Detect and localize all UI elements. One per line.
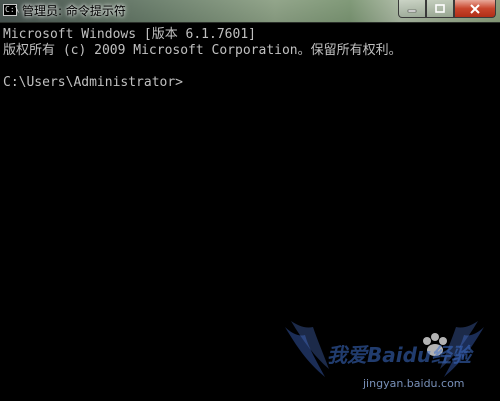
command-prompt-window: C:\ 管理员: 命令提示符 Microsoft Windows [版本 6.1 xyxy=(0,0,500,401)
minimize-icon xyxy=(407,9,417,12)
title-bar[interactable]: C:\ 管理员: 命令提示符 xyxy=(0,0,500,23)
window-title: 管理员: 命令提示符 xyxy=(22,4,126,18)
window-controls xyxy=(398,0,496,20)
console-line: Microsoft Windows [版本 6.1.7601] xyxy=(3,27,256,42)
baidu-watermark: 我爱Baidu经验 jingyan.baidu.com xyxy=(277,317,492,395)
minimize-button[interactable] xyxy=(398,0,426,18)
console-output[interactable]: Microsoft Windows [版本 6.1.7601] 版权所有 (c)… xyxy=(0,23,500,401)
console-line: 版权所有 (c) 2009 Microsoft Corporation。保留所有… xyxy=(3,43,402,58)
command-prompt-icon[interactable]: C:\ xyxy=(3,4,20,16)
close-button[interactable] xyxy=(454,0,496,18)
prompt-glyph-icon: C:\ xyxy=(5,5,20,14)
watermark-url: jingyan.baidu.com xyxy=(363,377,465,390)
maximize-icon xyxy=(435,3,445,13)
watermark-text: 我爱Baidu经验 xyxy=(327,343,472,367)
close-icon xyxy=(470,3,480,14)
console-prompt: C:\Users\Administrator> xyxy=(3,75,184,90)
maximize-button[interactable] xyxy=(426,0,454,18)
